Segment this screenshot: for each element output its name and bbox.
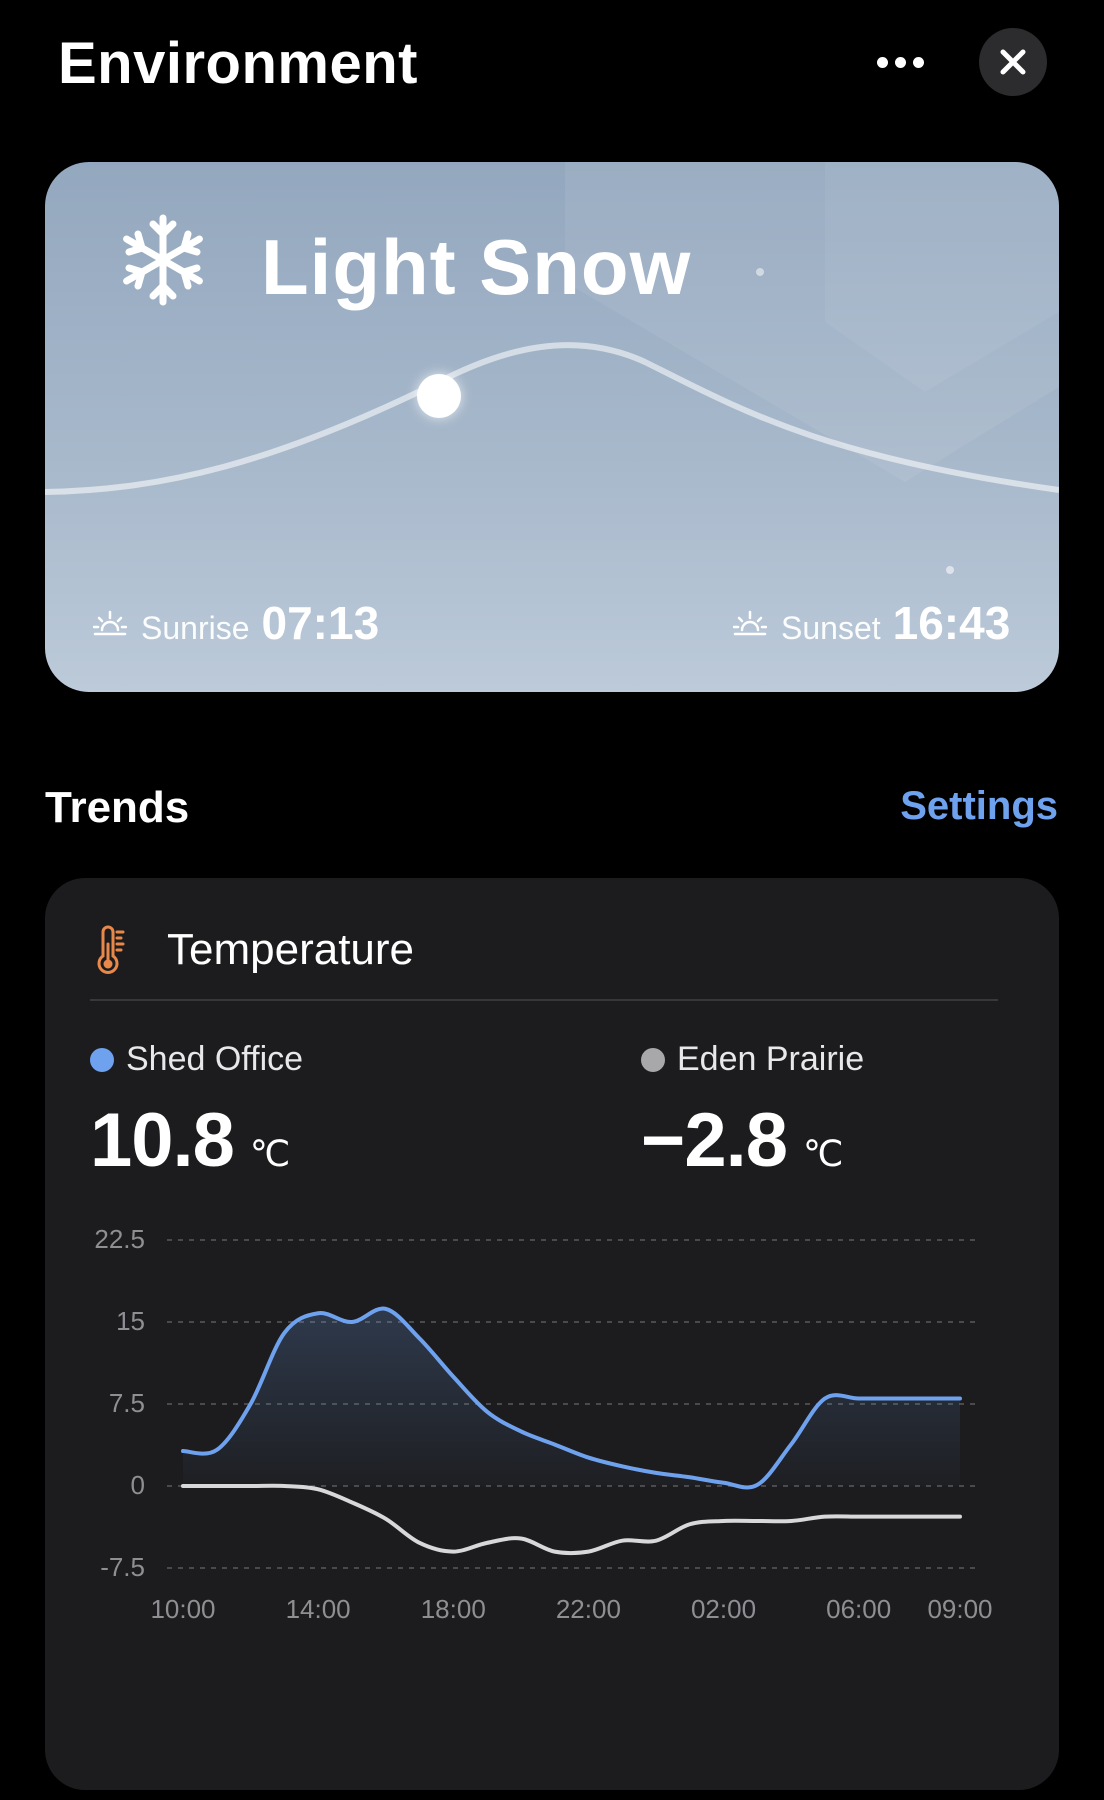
close-icon (1000, 49, 1026, 75)
temperature-header: Temperature (93, 918, 414, 982)
data-point-eden-prairie (654, 1539, 658, 1543)
sunrise-label: Sunrise (141, 610, 250, 646)
data-point-shed-office (417, 1336, 421, 1340)
weather-condition: Light Snow (261, 223, 692, 311)
data-point-eden-prairie (789, 1519, 793, 1523)
x-tick-label: 14:00 (286, 1594, 351, 1624)
data-point-shed-office (924, 1397, 928, 1401)
series-line-eden-prairie (181, 1483, 962, 1556)
data-point-eden-prairie (417, 1541, 421, 1545)
reading-value: 10.8 (90, 1098, 235, 1183)
close-button[interactable] (979, 28, 1047, 96)
x-tick-label: 02:00 (691, 1594, 756, 1624)
weather-card[interactable]: Light Snow Sunrise 07:13 Sunset 16:43 (45, 162, 1059, 692)
series-color-dot (90, 1047, 114, 1072)
reading-unit: ℃ (249, 1133, 291, 1174)
data-point-eden-prairie (316, 1487, 320, 1491)
sunrise-info: Sunrise 07:13 (93, 596, 379, 652)
snowflake-icon (123, 214, 203, 306)
data-point-eden-prairie (215, 1484, 219, 1488)
sunset-icon (733, 610, 767, 636)
data-point-shed-office (181, 1449, 185, 1453)
settings-link[interactable]: Settings (900, 784, 1058, 829)
data-point-eden-prairie (384, 1517, 388, 1521)
y-tick-label: 7.5 (109, 1388, 145, 1418)
data-point-shed-office (451, 1375, 455, 1379)
data-point-eden-prairie (181, 1484, 185, 1488)
data-point-eden-prairie (722, 1519, 726, 1523)
data-point-eden-prairie (755, 1519, 759, 1523)
x-tick-label: 18:00 (421, 1594, 486, 1624)
data-point-eden-prairie (553, 1550, 557, 1554)
divider (90, 999, 998, 1001)
more-options-button[interactable] (864, 40, 936, 84)
reading-name: Eden Prairie (677, 1040, 865, 1078)
data-point-eden-prairie (890, 1515, 894, 1519)
data-point-shed-office (384, 1307, 388, 1311)
data-point-eden-prairie (620, 1539, 624, 1543)
data-point-shed-office (215, 1448, 219, 1452)
y-tick-label: -7.5 (100, 1552, 145, 1582)
data-point-shed-office (823, 1397, 827, 1401)
data-point-shed-office (654, 1471, 658, 1475)
more-horizontal-icon (876, 56, 888, 68)
sunset-info: Sunset 16:43 (733, 596, 1010, 652)
reading-eden-prairie: Eden Prairie −2.8 ℃ (641, 1040, 864, 1184)
reading-unit: ℃ (803, 1133, 844, 1174)
data-point-shed-office (350, 1320, 354, 1324)
sunset-time: 16:43 (892, 597, 1011, 649)
data-point-shed-office (249, 1402, 253, 1406)
x-tick-label: 10:00 (150, 1594, 215, 1624)
series-color-dot (641, 1047, 665, 1072)
reading-shed-office: Shed Office 10.8 ℃ (90, 1040, 303, 1184)
y-tick-label: 22.5 (94, 1224, 145, 1254)
temperature-chart[interactable]: 22.5 15 7.5 0 -7.510:00 14:00 18:00 22:00 02:00 0… (45, 1218, 1059, 1778)
data-point-shed-office (316, 1311, 320, 1315)
top-bar: Environment (0, 0, 1104, 130)
data-point-eden-prairie (924, 1515, 928, 1519)
x-tick-label: 06:00 (826, 1594, 891, 1624)
data-point-shed-office (755, 1483, 759, 1487)
trends-heading: Trends (45, 783, 190, 832)
temperature-title: Temperature (167, 925, 415, 974)
x-tick-label: 09:00 (927, 1594, 992, 1624)
reading-value: −2.8 (641, 1098, 788, 1183)
page-title: Environment (58, 31, 418, 96)
data-point-shed-office (485, 1410, 489, 1414)
data-point-shed-office (586, 1456, 590, 1460)
x-tick-label: 22:00 (556, 1594, 621, 1624)
data-point-shed-office (958, 1397, 962, 1401)
data-point-shed-office (282, 1331, 286, 1335)
data-point-eden-prairie (249, 1484, 253, 1488)
sun-position-marker (417, 374, 461, 418)
reading-name: Shed Office (126, 1040, 304, 1078)
data-point-eden-prairie (586, 1550, 590, 1554)
data-point-eden-prairie (857, 1515, 861, 1519)
data-point-shed-office (519, 1429, 523, 1433)
data-point-eden-prairie (688, 1522, 692, 1526)
data-point-shed-office (890, 1397, 894, 1401)
data-point-shed-office (553, 1442, 557, 1446)
y-tick-label: 0 (131, 1470, 145, 1500)
data-point-eden-prairie (958, 1515, 962, 1519)
data-point-eden-prairie (350, 1500, 354, 1504)
data-point-shed-office (688, 1475, 692, 1479)
sunset-label: Sunset (781, 610, 881, 646)
data-point-shed-office (857, 1397, 861, 1401)
data-point-eden-prairie (451, 1550, 455, 1554)
data-point-shed-office (722, 1481, 726, 1485)
data-point-eden-prairie (282, 1484, 286, 1488)
data-point-shed-office (789, 1442, 793, 1446)
sunrise-time: 07:13 (261, 597, 380, 649)
data-point-eden-prairie (823, 1515, 827, 1519)
data-point-eden-prairie (485, 1541, 489, 1545)
y-tick-label: 15 (116, 1306, 145, 1336)
data-point-shed-office (620, 1464, 624, 1468)
sunrise-icon (93, 610, 127, 636)
data-point-eden-prairie (519, 1536, 523, 1540)
temperature-card[interactable]: Temperature Shed Office 10.8 ℃ Eden Prai… (45, 878, 1059, 1790)
thermometer-icon (97, 925, 125, 974)
